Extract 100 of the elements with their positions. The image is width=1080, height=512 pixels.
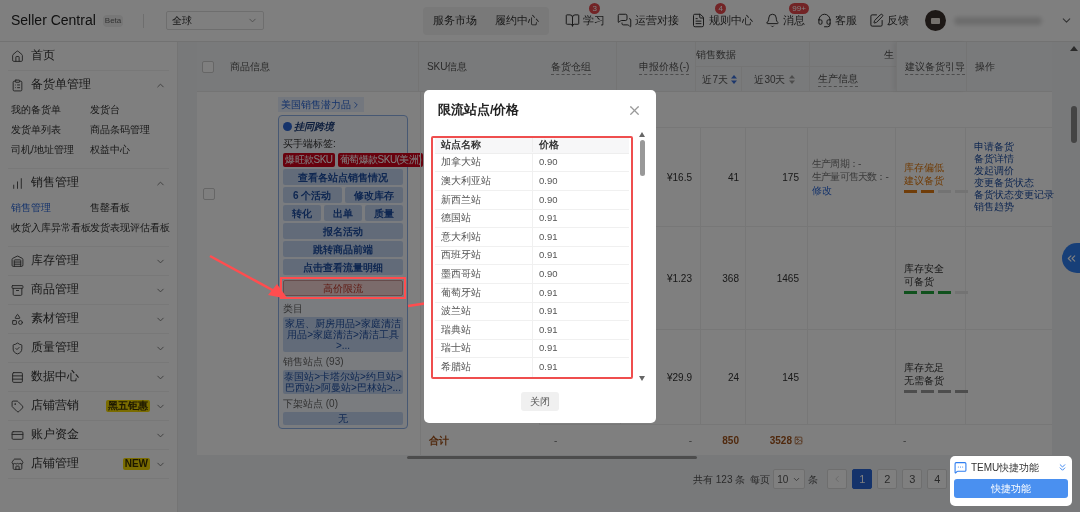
sidebar-subitem[interactable]: 我的备货单: [11, 101, 90, 118]
table-cell: 0.90: [532, 265, 629, 283]
store-icon: [11, 457, 24, 471]
sidebar-subitem[interactable]: 发货表现评估看板: [90, 219, 170, 236]
sidebar-item[interactable]: 质量管理: [8, 334, 169, 362]
column-header: 近30天: [754, 72, 786, 87]
side-panel-toggle[interactable]: [1062, 243, 1080, 273]
stock-advice-text: 库存充足: [904, 361, 944, 374]
count-badge: 99+: [789, 3, 809, 15]
table-cell: 0.90: [532, 190, 629, 209]
sidebar-item[interactable]: 库存管理: [8, 247, 169, 275]
section-value[interactable]: 无: [283, 412, 403, 425]
table-cell: 1465: [745, 227, 807, 329]
sidebar-subitem[interactable]: 司机/地址管理: [11, 141, 90, 158]
sidebar-subitem[interactable]: 收货入库异常看板: [11, 219, 90, 236]
sidebar-item[interactable]: 数据中心: [8, 363, 169, 391]
checkbox[interactable]: [202, 60, 215, 73]
avatar[interactable]: [925, 10, 947, 31]
sort-icon[interactable]: [788, 74, 795, 84]
sidebar-subitem[interactable]: 权益中心: [90, 141, 169, 158]
sidebar-subitem[interactable]: 发货单列表: [11, 121, 90, 138]
action-link[interactable]: 申请备货: [974, 141, 1052, 153]
sidebar-item[interactable]: 账户资金: [8, 421, 169, 449]
table-cell: 0.91: [532, 209, 629, 228]
toolbar-item[interactable]: 消息: [765, 12, 806, 29]
action-link[interactable]: 发起调价: [974, 165, 1052, 177]
action-link[interactable]: 备货状态变更记录: [974, 189, 1052, 201]
column-group-header: 销售数据: [696, 42, 810, 67]
action-button[interactable]: 查看各站点销售情况: [283, 169, 403, 185]
action-link[interactable]: 变更备货状态: [974, 177, 1052, 189]
sidebar-item[interactable]: 首页: [8, 42, 169, 70]
count-badge: 4: [715, 3, 727, 15]
page-button[interactable]: 2: [877, 469, 898, 489]
shortcut-button[interactable]: 快捷功能: [954, 479, 1068, 498]
toolbar-item[interactable]: 客服: [817, 12, 858, 29]
toolbar-item[interactable]: 学习: [565, 12, 606, 29]
sidebar-item[interactable]: 备货单管理: [8, 71, 169, 99]
per-page-label: 每页: [750, 472, 771, 487]
nav-link[interactable]: 履约中心: [495, 12, 540, 29]
action-button[interactable]: 质量: [365, 205, 403, 221]
table-cell-text: 新西兰站: [440, 192, 482, 207]
sidebar-item[interactable]: 店铺管理 NEW: [8, 450, 169, 478]
promo-badge: NEW: [122, 458, 150, 470]
beta-label: Beta: [102, 14, 124, 27]
sidebar-subitem[interactable]: 商品条码管理: [90, 121, 169, 138]
page-scrollbar-thumb[interactable]: [1071, 106, 1077, 143]
high-price-limit-button[interactable]: 高价限流: [283, 280, 403, 296]
horizontal-scrollbar[interactable]: [407, 456, 697, 459]
toolbar-item[interactable]: 运营对接: [617, 12, 680, 29]
scroll-up-arrow[interactable]: [1070, 46, 1078, 51]
table-cell-text: 德国站: [440, 211, 472, 226]
sidebar-subitem[interactable]: 发货台: [90, 101, 169, 118]
table-cell-text: 西班牙站: [440, 248, 482, 263]
stock-advice-text: 库存安全: [904, 262, 944, 275]
column-header: 价格: [532, 138, 629, 153]
action-link[interactable]: 销售趋势: [974, 201, 1052, 213]
sidebar-item[interactable]: 素材管理: [8, 305, 169, 333]
page-button[interactable]: 4: [927, 469, 948, 489]
edit-link[interactable]: 修改: [812, 182, 832, 198]
page-size-select[interactable]: 10: [773, 469, 806, 489]
collapse-icon[interactable]: [1057, 462, 1068, 473]
section-value[interactable]: 泰国站>卡塔尔站>约旦站>巴西站>阿曼站>巴林站>...: [283, 370, 403, 394]
stock-advice-text: 库存偏低: [904, 161, 944, 174]
book-icon: [565, 13, 581, 28]
action-link[interactable]: 备货详情: [974, 153, 1052, 165]
section-value[interactable]: 家居、厨房用品>家庭清洁用品>家庭清洁>清洁工具>...: [283, 317, 403, 352]
per-page-unit: 条: [808, 472, 819, 487]
sidebar-subitem[interactable]: 售罄看板: [90, 199, 170, 216]
sidebar-subitem[interactable]: 销售管理: [11, 199, 90, 216]
action-button[interactable]: 出单: [324, 205, 362, 221]
brand-name: Seller Central: [11, 11, 96, 30]
column-header: 近7天: [702, 72, 728, 87]
close-button[interactable]: 关闭: [521, 391, 559, 411]
scroll-down-arrow[interactable]: [639, 375, 645, 381]
sidebar-item[interactable]: 店铺营销 黑五钜惠: [8, 392, 169, 420]
toolbar-item[interactable]: 反馈: [869, 12, 910, 29]
image-icon[interactable]: [794, 435, 803, 445]
toolbar-item[interactable]: 规则中心: [691, 12, 754, 29]
checkbox[interactable]: [202, 188, 215, 200]
table-cell: 0.91: [532, 228, 629, 246]
region-select[interactable]: 全球: [166, 11, 265, 30]
action-button[interactable]: 报名活动: [283, 223, 403, 239]
table-cell: 24: [700, 330, 745, 424]
action-button[interactable]: 6 个活动: [283, 187, 342, 203]
sidebar-item[interactable]: 商品管理: [8, 276, 169, 304]
page-button[interactable]: 3: [902, 469, 923, 489]
nav-link[interactable]: 服务市场: [433, 12, 478, 29]
stock-advice-text: 建议备货: [904, 174, 944, 187]
action-button[interactable]: 转化: [283, 205, 321, 221]
potential-product-link[interactable]: 美国销售潜力品: [278, 97, 364, 112]
action-button[interactable]: 点击查看流量明细: [283, 259, 403, 275]
sort-icon[interactable]: [730, 74, 737, 84]
action-button[interactable]: 修改库存: [344, 187, 403, 203]
table-cell: 0.91: [532, 358, 629, 377]
action-button[interactable]: 跳转商品前端: [283, 241, 403, 257]
page-button[interactable]: 1: [852, 469, 873, 489]
scroll-up-arrow[interactable]: [639, 131, 645, 137]
dialog-title: 限流站点/价格: [438, 102, 520, 119]
sidebar-item[interactable]: 销售管理: [8, 169, 169, 197]
scrollbar-thumb[interactable]: [639, 139, 645, 176]
